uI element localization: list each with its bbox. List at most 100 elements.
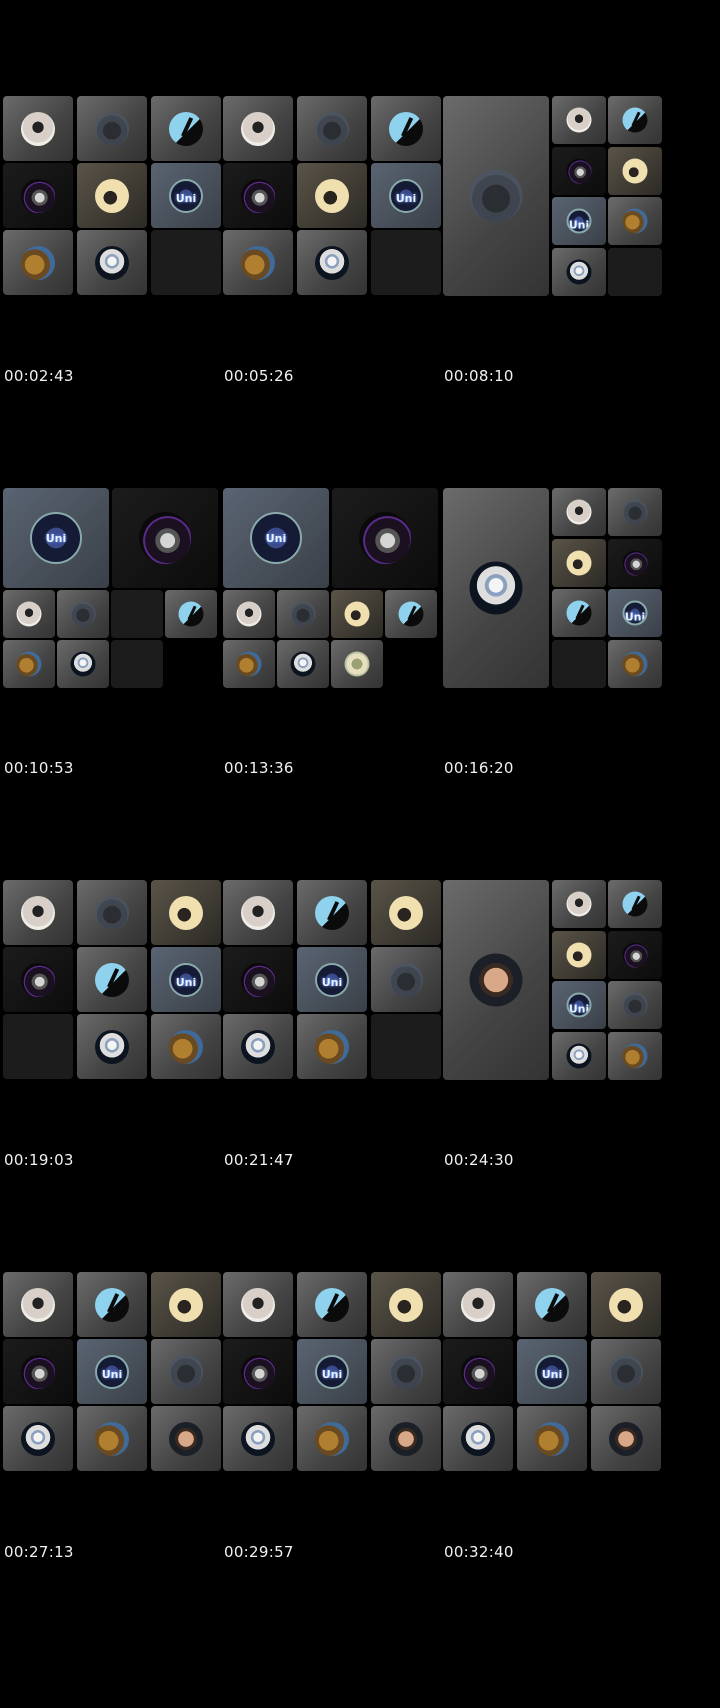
girl-avatar bbox=[241, 111, 275, 146]
participant-tile bbox=[223, 1014, 293, 1079]
participant-tile bbox=[371, 1406, 441, 1471]
hood-avatar bbox=[622, 992, 648, 1018]
empty-tile bbox=[608, 247, 662, 296]
participant-tile bbox=[297, 1339, 367, 1404]
participant-tile bbox=[77, 96, 147, 161]
dog-avatar bbox=[95, 1421, 129, 1456]
v-avatar bbox=[535, 1287, 569, 1322]
participant-tile bbox=[3, 488, 109, 588]
girl-avatar bbox=[21, 1287, 55, 1322]
v-avatar bbox=[95, 962, 129, 997]
frame-timestamp: 00:21:47 bbox=[224, 1151, 294, 1169]
v-avatar bbox=[178, 601, 204, 627]
participant-tile bbox=[223, 1272, 293, 1337]
participant-tile bbox=[552, 247, 606, 296]
astro-avatar bbox=[290, 651, 316, 677]
dog-avatar bbox=[241, 245, 275, 280]
v-avatar bbox=[389, 111, 423, 146]
participant-tile bbox=[591, 1339, 661, 1404]
participant-tile bbox=[443, 96, 549, 296]
girl-avatar bbox=[21, 111, 55, 146]
participant-tile bbox=[3, 96, 73, 161]
mic-avatar bbox=[389, 1287, 423, 1322]
participant-tile bbox=[151, 1014, 221, 1079]
dog-avatar bbox=[169, 1029, 203, 1064]
uni-avatar bbox=[30, 512, 82, 564]
hood-avatar bbox=[95, 111, 129, 146]
dog-avatar bbox=[315, 1029, 349, 1064]
participant-tile bbox=[223, 488, 329, 588]
uni-avatar bbox=[566, 992, 592, 1018]
participant-tile bbox=[77, 1272, 147, 1337]
hood-avatar bbox=[70, 601, 96, 627]
skull-avatar bbox=[461, 1354, 495, 1389]
mic-avatar bbox=[344, 601, 370, 627]
participant-tile bbox=[552, 538, 606, 587]
participant-tile bbox=[331, 590, 383, 638]
frame-timestamp: 00:24:30 bbox=[444, 1151, 514, 1169]
blond-avatar bbox=[344, 651, 370, 677]
participant-tile bbox=[223, 880, 293, 945]
participant-tile bbox=[517, 1339, 587, 1404]
participant-tile bbox=[151, 1339, 221, 1404]
girl-avatar bbox=[21, 895, 55, 930]
participant-tile bbox=[608, 589, 662, 637]
participant-tile bbox=[552, 1031, 606, 1080]
boy-avatar bbox=[469, 953, 523, 1007]
dog-avatar bbox=[236, 651, 262, 677]
participant-tile bbox=[77, 163, 147, 228]
participant-tile bbox=[151, 1406, 221, 1471]
boy-avatar bbox=[609, 1421, 643, 1456]
skull-avatar bbox=[21, 1354, 55, 1389]
video-frame bbox=[443, 488, 679, 706]
participant-tile bbox=[552, 197, 606, 245]
girl-avatar bbox=[566, 499, 592, 525]
frame-timestamp: 00:19:03 bbox=[4, 1151, 74, 1169]
participant-tile bbox=[297, 880, 367, 945]
frame-timestamp: 00:05:26 bbox=[224, 367, 294, 385]
participant-tile bbox=[297, 1272, 367, 1337]
participant-tile bbox=[517, 1406, 587, 1471]
v-avatar bbox=[566, 600, 592, 626]
mic-avatar bbox=[609, 1287, 643, 1322]
astro-avatar bbox=[461, 1421, 495, 1456]
participant-tile bbox=[165, 590, 217, 638]
frame-timestamp: 00:08:10 bbox=[444, 367, 514, 385]
participant-tile bbox=[371, 96, 441, 161]
participant-tile bbox=[223, 1406, 293, 1471]
participant-tile bbox=[552, 880, 606, 928]
v-avatar bbox=[315, 895, 349, 930]
frame-timestamp: 00:16:20 bbox=[444, 759, 514, 777]
video-frame bbox=[3, 488, 239, 706]
uni-avatar bbox=[169, 178, 203, 213]
empty-tile bbox=[3, 1014, 73, 1079]
video-frame bbox=[443, 96, 679, 314]
participant-tile bbox=[552, 488, 606, 536]
mic-avatar bbox=[169, 1287, 203, 1322]
participant-tile bbox=[331, 640, 383, 688]
dog-avatar bbox=[622, 208, 648, 234]
participant-tile bbox=[223, 96, 293, 161]
astro-avatar bbox=[241, 1029, 275, 1064]
uni-avatar bbox=[250, 512, 302, 564]
participant-tile bbox=[591, 1406, 661, 1471]
astro-avatar bbox=[315, 245, 349, 280]
dog-avatar bbox=[622, 1043, 648, 1068]
participant-tile bbox=[223, 230, 293, 295]
skull-avatar bbox=[622, 550, 648, 575]
participant-tile bbox=[552, 96, 606, 144]
video-frame bbox=[3, 880, 239, 1098]
skull-avatar bbox=[241, 1354, 275, 1389]
participant-tile bbox=[385, 590, 437, 638]
video-contact-sheet: { "sheet": { "timestamps": ["00:02:43","… bbox=[0, 0, 720, 1708]
dog-avatar bbox=[622, 651, 648, 676]
participant-tile bbox=[3, 163, 73, 228]
hood-avatar bbox=[622, 499, 648, 525]
participant-tile bbox=[371, 880, 441, 945]
participant-tile bbox=[151, 163, 221, 228]
participant-tile bbox=[57, 640, 109, 688]
participant-tile bbox=[3, 947, 73, 1012]
uni-avatar bbox=[535, 1354, 569, 1389]
astro-avatar bbox=[95, 245, 129, 280]
participant-tile bbox=[552, 589, 606, 637]
